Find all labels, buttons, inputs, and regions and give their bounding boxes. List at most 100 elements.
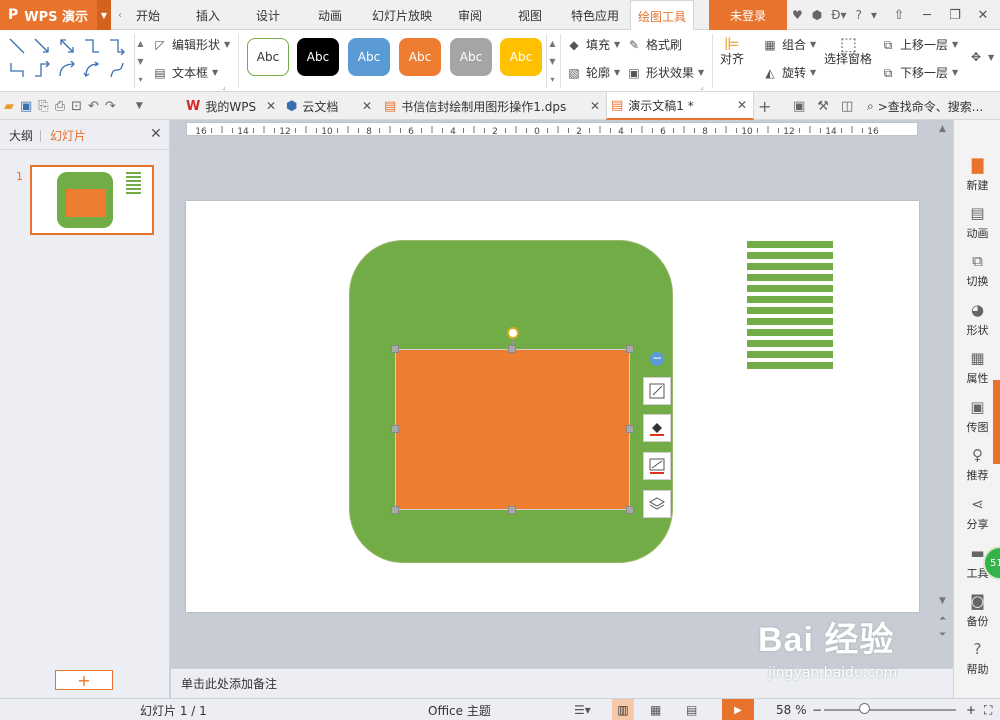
notes-toggle-icon[interactable]: ☰▾ xyxy=(574,699,591,720)
resize-handle-nw[interactable] xyxy=(391,345,399,353)
slide-thumbnail[interactable] xyxy=(30,165,154,235)
quick-edit-shape-icon[interactable] xyxy=(643,377,671,405)
line-shape-icon[interactable] xyxy=(6,34,28,58)
tab-slideshow[interactable]: 幻灯片放映 xyxy=(368,0,436,30)
vertical-scrollbar[interactable]: ▲ ▼ ⏶ ⏷ xyxy=(936,120,952,668)
normal-view-icon[interactable]: ▥ xyxy=(612,699,634,720)
bring-forward-button[interactable]: ⧉ 上移一层 ▼ xyxy=(880,36,958,53)
shape-style-blue[interactable]: Abc xyxy=(348,38,390,76)
quick-outline-icon[interactable] xyxy=(643,452,671,480)
collapse-toolbar-icon[interactable]: − xyxy=(650,352,664,366)
close-tab-icon[interactable]: ✕ xyxy=(362,99,372,113)
rotation-handle[interactable] xyxy=(507,327,519,339)
login-button[interactable]: 未登录 xyxy=(709,0,787,30)
minimize-icon[interactable]: ─ xyxy=(914,0,940,30)
print-icon[interactable]: ⎙ xyxy=(55,99,65,114)
resize-handle-s[interactable] xyxy=(508,506,516,514)
redo-icon[interactable]: ↷ xyxy=(105,99,116,114)
tab-review[interactable]: 审阅 xyxy=(450,0,490,30)
freeform-icon[interactable] xyxy=(106,58,128,82)
help-dropdown-icon[interactable]: ▾ xyxy=(871,8,877,22)
elbow-connector-icon[interactable] xyxy=(81,34,103,58)
shape-style-white[interactable]: Abc xyxy=(247,38,289,76)
doc-tab-envelope-file[interactable]: ▤ 书信信封绘制用图形操作1.dps ✕ xyxy=(380,92,606,120)
shape-style-black[interactable]: Abc xyxy=(297,38,339,76)
scroll-up-icon[interactable]: ▲ xyxy=(939,124,946,134)
tab-home[interactable]: 开始 xyxy=(128,0,168,30)
sidebar-share-button[interactable]: ⋖ 分享 xyxy=(954,491,1000,535)
zoom-slider[interactable] xyxy=(824,709,956,711)
doc-tab-my-wps[interactable]: W 我的WPS ✕ xyxy=(182,92,282,120)
skin-icon[interactable]: ♥ xyxy=(792,8,803,22)
more-tools-icon[interactable]: ✥ ▼ xyxy=(968,50,994,64)
rectangle-orange-selected[interactable] xyxy=(395,349,630,510)
elbow-double-connector-icon[interactable] xyxy=(6,58,28,82)
screen-record-icon[interactable]: ▣ xyxy=(793,99,805,114)
tab-slides[interactable]: 幻灯片 xyxy=(50,120,86,150)
text-box-button[interactable]: ▤ 文本框 ▼ xyxy=(152,64,218,81)
print-preview-icon[interactable]: ⊡ xyxy=(71,99,82,114)
sidebar-animation-button[interactable]: ▤ 动画 xyxy=(954,200,1000,244)
app-menu-dropdown-icon[interactable]: ▼ xyxy=(97,0,111,30)
shape-style-gold[interactable]: Abc xyxy=(500,38,542,76)
fill-button[interactable]: ◆ 填充 ▼ xyxy=(566,36,620,53)
collapse-panel-icon[interactable]: ◫ xyxy=(841,99,853,114)
restore-ribbon-icon[interactable]: ⇧ xyxy=(886,0,912,30)
command-search[interactable]: ⌕ >查找命令、搜索... xyxy=(867,92,983,120)
zoom-slider-knob[interactable] xyxy=(859,703,870,714)
format-painter-button[interactable]: ✎ 格式刷 xyxy=(626,36,682,53)
settings-icon[interactable]: ⬢ xyxy=(812,8,822,22)
tab-outline[interactable]: 大纲 xyxy=(9,120,33,150)
tab-design[interactable]: 设计 xyxy=(248,0,288,30)
resize-handle-e[interactable] xyxy=(626,425,634,433)
tab-view[interactable]: 视图 xyxy=(510,0,550,30)
tab-scroll-left-icon[interactable]: ‹ xyxy=(114,0,126,30)
maximize-icon[interactable]: ❐ xyxy=(942,0,968,30)
quick-fill-icon[interactable] xyxy=(643,414,671,442)
zoom-in-icon[interactable]: + xyxy=(966,699,976,720)
arrow-line-icon[interactable] xyxy=(31,34,53,58)
quick-layers-icon[interactable] xyxy=(643,490,671,518)
sidebar-new-button[interactable]: ▇ 新建 xyxy=(954,152,1000,196)
undo-icon[interactable]: ↶ xyxy=(88,99,99,114)
close-tab-icon[interactable]: ✕ xyxy=(266,99,276,113)
resize-handle-ne[interactable] xyxy=(626,345,634,353)
customize-dropdown-icon[interactable]: ▼ xyxy=(136,101,143,111)
dialog-launcher-icon[interactable]: ⌟ xyxy=(222,82,226,91)
close-window-icon[interactable]: ✕ xyxy=(970,0,996,30)
sidebar-backup-button[interactable]: ◙ 备份 xyxy=(954,588,1000,632)
rotate-button[interactable]: ◭ 旋转 ▼ xyxy=(762,64,816,81)
sidebar-help-button[interactable]: ? 帮助 xyxy=(954,636,1000,680)
gallery-more-icon[interactable]: ▲ ▼ ▾ xyxy=(134,34,146,88)
sidebar-expand-grip[interactable] xyxy=(993,380,1000,464)
shape-effect-button[interactable]: ▣ 形状效果 ▼ xyxy=(626,64,704,81)
selection-pane-button[interactable]: ⬚ 选择窗格 xyxy=(824,34,872,67)
new-tab-button[interactable]: + xyxy=(758,92,771,120)
save-icon[interactable]: ▣ xyxy=(20,99,32,114)
scroll-down-icon[interactable]: ▼ xyxy=(939,596,946,606)
align-button[interactable]: ⊫ 对齐 xyxy=(720,34,744,67)
shape-style-gray[interactable]: Abc xyxy=(450,38,492,76)
outline-button[interactable]: ▧ 轮廓 ▼ xyxy=(566,64,620,81)
dialog-launcher-icon[interactable]: ⌟ xyxy=(700,82,704,91)
double-arrow-line-icon[interactable] xyxy=(56,34,78,58)
tab-insert[interactable]: 插入 xyxy=(188,0,228,30)
resize-handle-w[interactable] xyxy=(391,425,399,433)
zoom-out-icon[interactable]: − xyxy=(812,699,822,720)
curved-arrow-connector-icon[interactable] xyxy=(56,58,78,82)
curved-double-connector-icon[interactable] xyxy=(81,58,103,82)
app-menu-button[interactable]: P WPS 演示 ▼ xyxy=(0,0,111,30)
elbow-arrow-connector-icon[interactable] xyxy=(106,34,128,58)
sidebar-transition-button[interactable]: ⧉ 切换 xyxy=(954,248,1000,292)
resize-handle-se[interactable] xyxy=(626,506,634,514)
play-slideshow-icon[interactable]: ▶ xyxy=(722,699,754,720)
edit-shape-button[interactable]: ◸ 编辑形状 ▼ xyxy=(152,36,230,53)
close-panel-icon[interactable]: ✕ xyxy=(150,126,162,142)
fit-window-icon[interactable]: ⛶ xyxy=(984,699,992,720)
tools-icon[interactable]: ⚒ xyxy=(817,99,829,114)
tab-animation[interactable]: 动画 xyxy=(310,0,350,30)
close-tab-icon[interactable]: ✕ xyxy=(737,98,747,112)
reading-view-icon[interactable]: ▤ xyxy=(686,699,697,720)
share-cloud-icon[interactable]: Ð▾ xyxy=(831,8,846,22)
shape-style-orange[interactable]: Abc xyxy=(399,38,441,76)
